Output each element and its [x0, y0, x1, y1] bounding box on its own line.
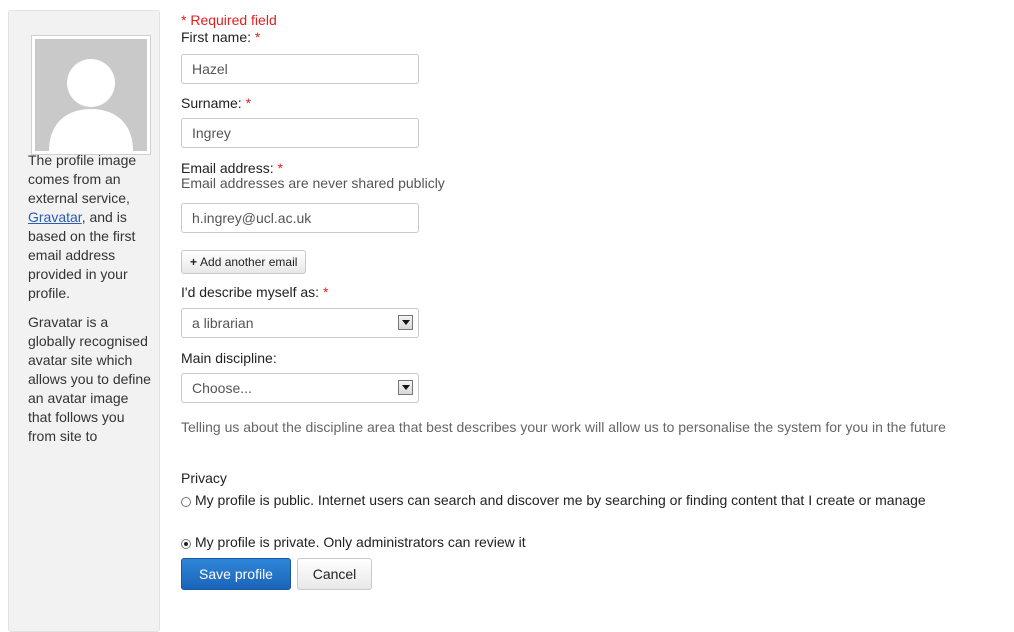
chevron-down-icon [398, 380, 413, 395]
cancel-button[interactable]: Cancel [297, 558, 372, 590]
discipline-select[interactable]: Choose... [181, 373, 419, 403]
discipline-help-text: Telling us about the discipline area tha… [181, 419, 946, 435]
add-another-email-button[interactable]: + Add another email [181, 250, 307, 274]
save-profile-button[interactable]: Save profile [181, 558, 291, 590]
plus-icon: + [190, 255, 198, 269]
gravatar-paragraph-1: The profile image comes from an external… [28, 152, 137, 301]
privacy-public-option[interactable]: My profile is public. Internet users can… [181, 492, 1001, 509]
first-name-label: First name: * [181, 29, 261, 45]
surname-input[interactable]: Ingrey [181, 118, 419, 148]
discipline-selected-value: Choose... [192, 380, 252, 396]
email-hint: Email addresses are never shared publicl… [181, 175, 445, 191]
required-field-note: * Required field [181, 12, 277, 28]
chevron-down-icon [398, 315, 413, 330]
describe-selected-value: a librarian [192, 315, 254, 331]
radio-public[interactable] [181, 497, 191, 507]
describe-select[interactable]: a librarian [181, 308, 419, 338]
gravatar-paragraph-2: Gravatar is a globally recognised avatar… [28, 314, 151, 444]
discipline-label: Main discipline: [181, 350, 277, 366]
privacy-private-option[interactable]: My profile is private. Only administrato… [181, 534, 526, 551]
first-name-input[interactable]: Hazel [181, 54, 419, 84]
privacy-label: Privacy [181, 470, 227, 486]
gravatar-info: The profile image comes from an external… [28, 151, 153, 456]
email-input[interactable]: h.ingrey@ucl.ac.uk [181, 203, 419, 233]
surname-label: Surname: * [181, 95, 252, 111]
email-label: Email address: * [181, 160, 283, 176]
radio-private[interactable] [181, 539, 191, 549]
default-avatar-icon [35, 39, 147, 151]
gravatar-link[interactable]: Gravatar [28, 209, 82, 225]
describe-label: I'd describe myself as: * [181, 284, 329, 300]
profile-sidebar: The profile image comes from an external… [8, 10, 160, 632]
avatar [31, 35, 151, 155]
